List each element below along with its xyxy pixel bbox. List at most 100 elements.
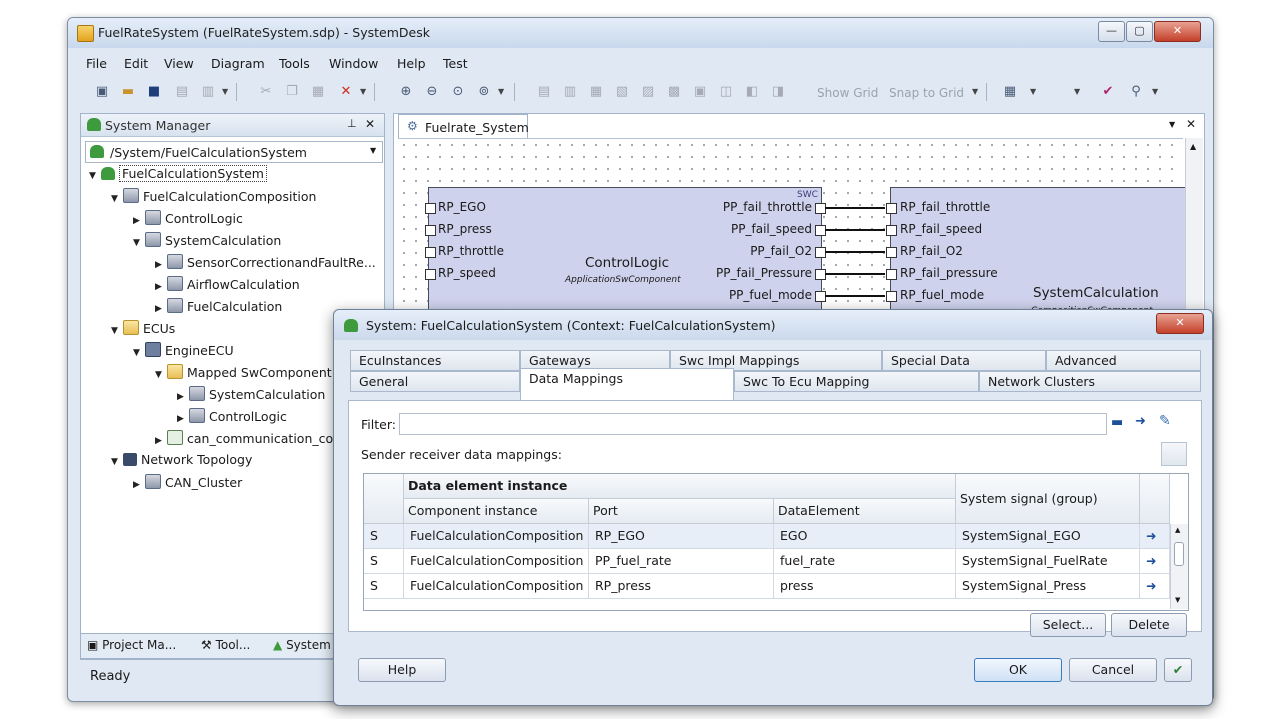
tree-item[interactable]: ▼ FuelCalculationComposition [111,188,316,208]
out-port[interactable]: PP_fail_Pressure [666,266,826,284]
component-instance-header[interactable]: Component instance [404,499,589,524]
table-cell-element[interactable]: EGO [774,524,956,549]
scroll-up-icon[interactable]: ▲ [1175,526,1180,534]
table-cell-component[interactable]: FuelCalculationComposition [404,524,589,549]
navigate-icon[interactable]: ➜ [1135,414,1146,429]
dropdown-arrow-icon[interactable]: ▼ [1152,84,1160,100]
cut-icon[interactable]: ✂ [256,82,276,102]
search-icon[interactable]: ⚲ [1126,82,1146,102]
data-element-header[interactable]: DataElement [774,499,956,524]
scroll-down-icon[interactable]: ▼ [1175,596,1180,604]
dropdown-arrow-icon[interactable]: ▼ [360,84,368,100]
zoom-in-icon[interactable]: ⊕ [396,82,416,102]
table-cell-flag[interactable]: S [364,574,404,599]
delete-icon[interactable]: ✕ [336,82,356,102]
tree-item[interactable]: ▶ SystemCalculation [177,386,325,406]
path-selector[interactable]: /System/FuelCalculationSystem ▼ [85,141,383,163]
tree-item[interactable]: ▶ CAN_Cluster [133,474,242,494]
tab-project-manager[interactable]: ▣ Project Ma... [87,638,176,652]
zoom-out-icon[interactable]: ⊖ [422,82,442,102]
out-port[interactable]: PP_fail_O2 [666,244,826,262]
port-header[interactable]: Port [589,499,774,524]
tab-tools[interactable]: ⚒ Tool... [201,638,250,652]
menu-edit[interactable]: Edit [124,56,148,71]
navigate-icon[interactable]: ➜ [1140,524,1170,549]
filter-input[interactable] [399,413,1107,435]
close-panel-icon[interactable]: ✕ [365,117,375,131]
collapse-icon[interactable]: ▼ [155,370,167,380]
tab-swc-to-ecu-mapping[interactable]: Swc To Ecu Mapping [734,371,979,392]
collapse-icon[interactable]: ▼ [111,457,123,467]
menu-file[interactable]: File [86,56,107,71]
table-cell-signal[interactable]: SystemSignal_EGO [956,524,1140,549]
show-grid-button[interactable]: Show Grid [817,86,878,100]
new-icon[interactable]: ▣ [92,82,112,102]
paste-icon[interactable]: ▦ [308,82,328,102]
distribute-v-icon[interactable]: ◫ [716,82,736,102]
expand-icon[interactable]: ▶ [177,392,189,402]
tab-advanced[interactable]: Advanced [1046,350,1201,371]
scroll-thumb[interactable] [1174,542,1184,566]
table-cell-flag[interactable]: S [364,524,404,549]
table-cell-element[interactable]: fuel_rate [774,549,956,574]
filter-apply-icon[interactable]: ▬ [1111,415,1123,430]
ok-button[interactable]: OK [974,658,1062,682]
tree-item[interactable]: ▶ ControlLogic [133,210,243,230]
save-icon[interactable]: ■ [144,82,164,102]
expand-icon[interactable]: ▶ [133,480,145,490]
chevron-down-icon[interactable]: ▼ [370,146,376,155]
tree-item[interactable]: ▶ FuelCalculation [155,298,282,318]
out-port[interactable]: PP_fail_throttle [666,200,826,218]
delete-button[interactable]: Delete [1111,613,1187,637]
navigate-icon[interactable]: ➜ [1140,549,1170,574]
menu-view[interactable]: View [164,56,194,71]
collapse-icon[interactable]: ▼ [111,194,123,204]
table-cell-signal[interactable]: SystemSignal_Press [956,574,1140,599]
collapse-icon[interactable]: ▼ [111,326,123,336]
dropdown-arrow-icon[interactable]: ▼ [498,84,506,100]
dropdown-arrow-icon[interactable]: ▼ [1030,84,1038,100]
dropdown-arrow-icon[interactable]: ▼ [972,84,980,100]
same-width-icon[interactable]: ◨ [768,82,788,102]
tree-item[interactable]: ▼ Mapped SwComponent [155,364,332,384]
out-port[interactable]: PP_fail_speed [666,222,826,240]
tab-fuelrate-system[interactable]: ⚙ Fuelrate_System [398,114,529,139]
expand-icon[interactable]: ▶ [177,414,189,424]
tab-ecuinstances[interactable]: EcuInstances [350,350,520,371]
table-cell-signal[interactable]: SystemSignal_FuelRate [956,549,1140,574]
dropdown-arrow-icon[interactable]: ▼ [1074,84,1082,100]
snap-to-grid-button[interactable]: Snap to Grid [889,86,964,100]
menu-diagram[interactable]: Diagram [211,56,265,71]
chevron-down-icon[interactable]: ▼ [1169,120,1175,129]
close-button[interactable]: ✕ [1154,21,1201,42]
menu-test[interactable]: Test [443,56,468,71]
table-cell-component[interactable]: FuelCalculationComposition [404,574,589,599]
table-cell-port[interactable]: RP_press [589,574,774,599]
open-folder-icon[interactable]: ▬ [118,82,138,102]
copy-icon[interactable]: ❐ [282,82,302,102]
tab-system[interactable]: ▲ System [273,638,331,652]
maximize-button[interactable]: ▢ [1126,21,1153,42]
tree-item[interactable]: ▼ ECUs [111,320,175,340]
tab-data-mappings[interactable]: Data Mappings [520,368,734,401]
connection-line[interactable] [825,273,885,275]
tree-item[interactable]: ▶ can_communication_co [155,430,333,450]
tree-item[interactable]: ▶ SensorCorrectionandFaultRe... [155,254,376,274]
tree-item[interactable]: ▼ EngineECU [133,342,234,362]
connection-line[interactable] [825,207,885,209]
out-port[interactable]: PP_fuel_mode [666,288,826,306]
tab-network-clusters[interactable]: Network Clusters [979,371,1201,392]
collapse-icon[interactable]: ▼ [89,171,101,181]
table-cell-element[interactable]: press [774,574,956,599]
align-right-icon[interactable]: ▥ [560,82,580,102]
edit-icon[interactable]: ✎ [1159,413,1171,429]
connection-line[interactable] [825,251,885,253]
tab-general[interactable]: General [350,371,520,392]
expand-icon[interactable]: ▶ [155,436,167,446]
apply-icon[interactable]: ✔ [1164,658,1192,682]
system-signal-header[interactable]: System signal (group) [956,474,1140,524]
zoom-icon[interactable]: ⊙ [448,82,468,102]
select-button[interactable]: Select... [1030,613,1106,637]
tree-item[interactable]: ▼ SystemCalculation [133,232,281,252]
table-cell-component[interactable]: FuelCalculationComposition [404,549,589,574]
